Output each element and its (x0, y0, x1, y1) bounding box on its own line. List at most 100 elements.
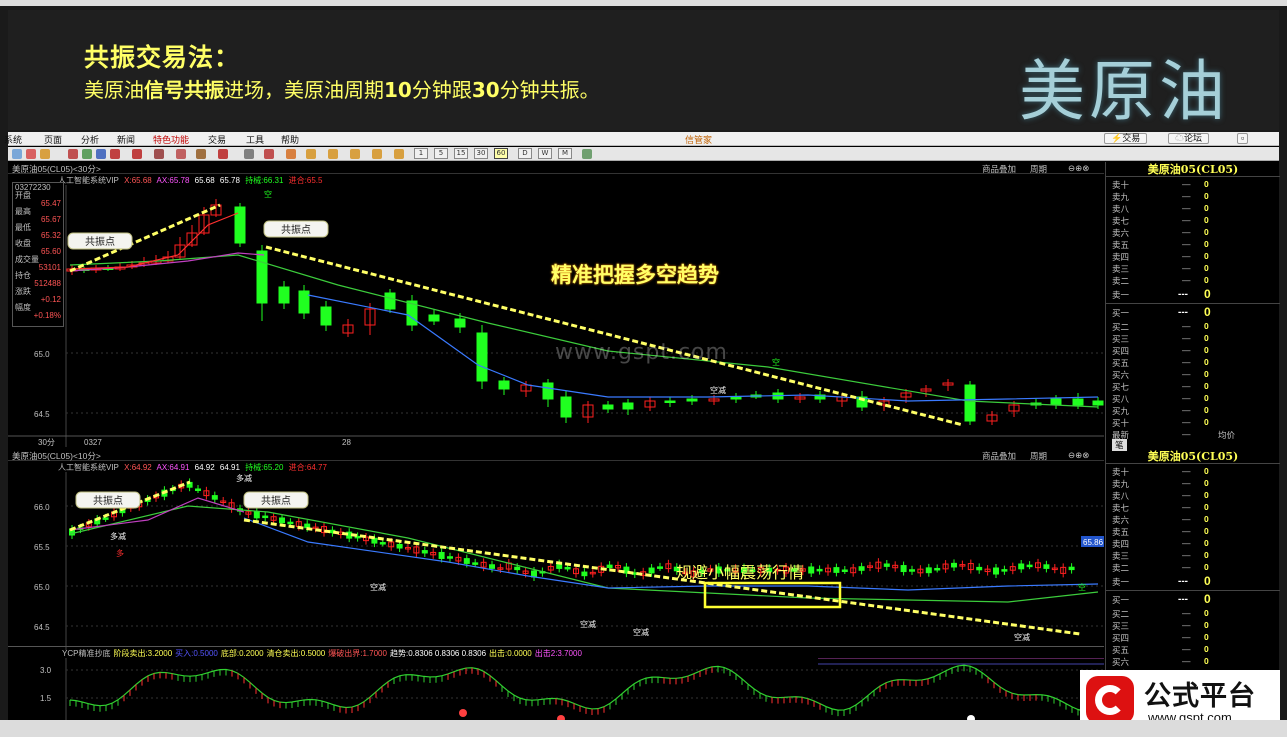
order-book-row[interactable]: 卖四 — 0 (1106, 538, 1280, 550)
period-week-button[interactable]: W (538, 148, 552, 159)
draw-icon[interactable] (196, 149, 206, 159)
forum-button[interactable]: ☁论坛 (1168, 133, 1210, 144)
order-book-row[interactable]: 卖七 — 0 (1106, 502, 1280, 514)
week-period-icon[interactable] (328, 149, 338, 159)
order-book-row[interactable]: 买二 — 0 (1106, 608, 1280, 620)
sub-indicator-chart[interactable]: 3.0 1.5 (8, 658, 1104, 724)
period-day-button[interactable]: D (518, 148, 532, 159)
menu-analysis[interactable]: 分析 (81, 133, 99, 146)
menu-trade[interactable]: 交易 (208, 133, 226, 146)
order-book-row[interactable]: 卖八 — 0 (1106, 490, 1280, 502)
bottom-overlay-button[interactable]: 商品叠加 (982, 450, 1016, 462)
order-book-row[interactable]: 卖二 — 0 (1106, 275, 1280, 287)
bottom-panel-zoom-icons[interactable]: ⊖⊕⊗ (1068, 450, 1089, 461)
funnel-icon[interactable] (218, 149, 228, 159)
order-book-row[interactable]: 卖五 — 0 (1106, 526, 1280, 538)
order-book-row[interactable]: 卖四 — 0 (1106, 251, 1280, 263)
order-book-row[interactable]: 卖九 — 0 (1106, 478, 1280, 490)
chart-type-icon[interactable] (286, 149, 296, 159)
trade-button[interactable]: ⚡交易 (1104, 133, 1148, 144)
zoom-out-icon[interactable] (132, 149, 142, 159)
bottom-candle (421, 546, 428, 557)
refresh-icon[interactable] (82, 149, 92, 159)
window-icon[interactable] (154, 149, 164, 159)
bottom-candle (447, 552, 453, 562)
year-period-icon[interactable] (394, 149, 404, 159)
order-book-row[interactable]: 卖三 — 0 (1106, 550, 1280, 562)
month-period-icon[interactable] (350, 149, 360, 159)
order-book-row[interactable]: 卖五 — 0 (1106, 239, 1280, 251)
day-period-icon[interactable] (306, 149, 316, 159)
period-1min-button[interactable]: 1 (414, 148, 428, 159)
order-book-row[interactable]: 买八 — 0 (1106, 393, 1280, 405)
home-icon[interactable] (26, 149, 36, 159)
order-book-row[interactable]: 卖一 --- 0 (1106, 574, 1280, 588)
order-book-row[interactable]: 卖十 — 0 (1106, 179, 1280, 191)
order-book-row[interactable]: 买三 — 0 (1106, 333, 1280, 345)
monitor-icon[interactable] (96, 149, 106, 159)
order-book-row[interactable]: 买五 — 0 (1106, 357, 1280, 369)
order-book-row[interactable]: 卖十 — 0 (1106, 466, 1280, 478)
quote-icon[interactable] (68, 149, 78, 159)
kline-icon[interactable] (264, 149, 274, 159)
cross-icon[interactable] (176, 149, 186, 159)
order-book-row[interactable]: 卖三 — 0 (1106, 263, 1280, 275)
bottom-kline-chart[interactable]: 共振点 共振点 多减 多减 多 空减 空减 空减 空减 空 规避小幅震荡行情 6… (8, 472, 1104, 650)
order-book-row[interactable]: 买一 --- 0 (1106, 305, 1280, 319)
menu-help[interactable]: 帮助 (281, 133, 299, 146)
back-icon[interactable] (12, 149, 22, 159)
bottom-candle (657, 562, 663, 571)
menu-system[interactable]: 系统 (4, 133, 22, 146)
bottom-period-button[interactable]: 周期 (1030, 450, 1047, 462)
bottom-candle (186, 478, 193, 492)
top-period-button[interactable]: 周期 (1030, 163, 1047, 175)
menu-special-features[interactable]: 特色功能 (153, 133, 189, 146)
order-book-row[interactable]: 买一 --- 0 (1106, 592, 1280, 606)
period-month-button[interactable]: M (558, 148, 572, 159)
top-panel-zoom-icons[interactable]: ⊖⊕⊗ (1068, 163, 1089, 174)
period-15min-button[interactable]: 15 (454, 148, 468, 159)
order-book-row[interactable]: 买九 — 0 (1106, 405, 1280, 417)
order-book-row[interactable]: 买六 — 0 (1106, 369, 1280, 381)
order-book-row[interactable]: 卖六 — 0 (1106, 227, 1280, 239)
zoom-in-icon[interactable] (110, 149, 120, 159)
folder-icon[interactable] (40, 149, 50, 159)
menu-news[interactable]: 新闻 (117, 133, 135, 146)
period-5min-button[interactable]: 5 (434, 148, 448, 159)
order-book-volume: 0 (1204, 644, 1209, 654)
order-book-row[interactable]: 卖七 — 0 (1106, 215, 1280, 227)
order-book-row[interactable]: 买五 — 0 (1106, 644, 1280, 656)
order-book-row[interactable]: 买六 — 0 (1106, 656, 1280, 668)
order-book-row[interactable]: 卖六 — 0 (1106, 514, 1280, 526)
menu-bar: 系统 页面 分析 新闻 特色功能 交易 工具 帮助 信管家 ⚡交易 ☁论坛 ▫ (4, 132, 1279, 146)
order-book-volume: 0 (1204, 287, 1211, 301)
period-60min-button[interactable]: 60 (494, 148, 508, 159)
quarter-period-icon[interactable] (372, 149, 382, 159)
order-book-row[interactable]: 买七 — 0 (1106, 381, 1280, 393)
menu-tools[interactable]: 工具 (246, 133, 264, 146)
order-book-level-label: 买三 (1112, 621, 1130, 631)
order-book-volume: 0 (1204, 227, 1209, 237)
order-book-row[interactable]: 卖九 — 0 (1106, 191, 1280, 203)
order-book-row[interactable]: 买三 — 0 (1106, 620, 1280, 632)
order-book-row[interactable]: 卖八 — 0 (1106, 203, 1280, 215)
order-book-row[interactable]: 卖一 --- 0 (1106, 287, 1280, 301)
order-book-price: — (1182, 405, 1191, 415)
order-book-row[interactable]: 买十 — 0 (1106, 417, 1280, 429)
window-control-button[interactable]: ▫ (1237, 133, 1249, 144)
bottom-candle (665, 559, 672, 573)
order-book-row[interactable]: 卖二 — 0 (1106, 562, 1280, 574)
order-book-volume: 0 (1204, 526, 1209, 536)
settings-icon[interactable] (582, 149, 592, 159)
top-kline-chart[interactable]: 共振点 共振点 空 空 空减 精准把握多空趋势 65.0 64.5 30分 03… (8, 185, 1104, 447)
top-overlay-button[interactable]: 商品叠加 (982, 163, 1016, 175)
list-icon[interactable] (244, 149, 254, 159)
order-book-row[interactable]: 买四 — 0 (1106, 632, 1280, 644)
order-book-row[interactable]: 买二 — 0 (1106, 321, 1280, 333)
bottom-candle (589, 568, 596, 578)
order-book-price: — (1182, 550, 1191, 560)
menu-page[interactable]: 页面 (44, 133, 62, 146)
top-candle (814, 391, 826, 403)
period-30min-button[interactable]: 30 (474, 148, 488, 159)
order-book-row[interactable]: 买四 — 0 (1106, 345, 1280, 357)
